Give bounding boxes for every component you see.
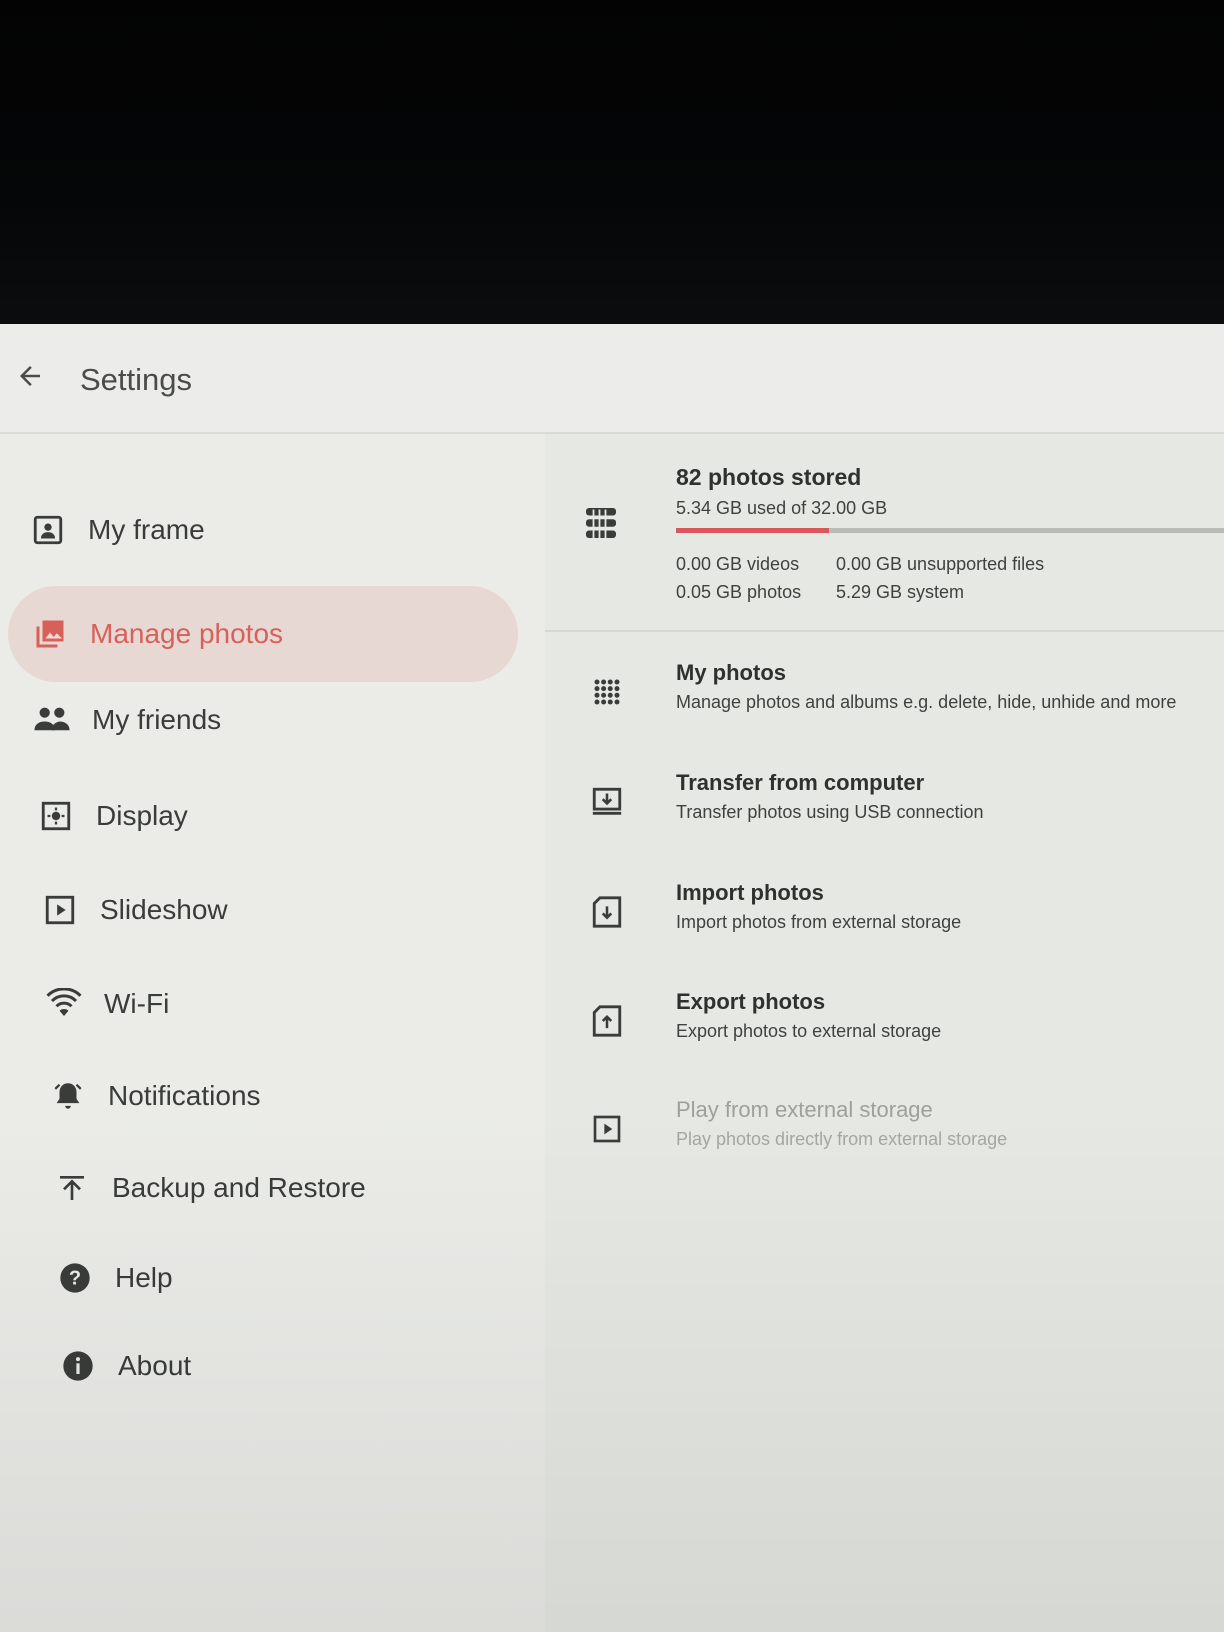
bell-icon (48, 1076, 88, 1116)
top-app-bar: Settings (0, 324, 1224, 434)
option-export-photos[interactable]: Export photos Export photos to external … (545, 983, 1224, 1073)
option-subtitle: Export photos to external storage (676, 1021, 942, 1041)
option-title: My photos (676, 660, 786, 685)
back-arrow-icon (20, 366, 40, 386)
photo-library-icon (30, 614, 70, 654)
sidebar-item-help[interactable]: ? Help (55, 1246, 173, 1310)
upload-icon (52, 1168, 92, 1208)
option-subtitle: Manage photos and albums e.g. delete, hi… (676, 692, 1177, 712)
slideshow-play-icon (40, 890, 80, 930)
storage-used-text: 5.34 GB used of 32.00 GB (676, 498, 888, 518)
option-title: Export photos (676, 989, 826, 1014)
option-play-from-external-storage[interactable]: Play from external storage Play photos d… (545, 1091, 1224, 1181)
sidebar-item-about[interactable]: About (58, 1334, 191, 1398)
people-icon (32, 700, 72, 740)
import-icon (587, 892, 627, 932)
settings-screen: Settings My frame Manage photos My frien… (0, 324, 1224, 1632)
display-brightness-icon (36, 796, 76, 836)
option-title: Transfer from computer (676, 770, 925, 795)
option-my-photos[interactable]: My photos Manage photos and albums e.g. … (545, 654, 1224, 744)
svg-text:?: ? (69, 1268, 81, 1290)
sidebar-item-display[interactable]: Display (36, 784, 188, 848)
info-icon (58, 1346, 98, 1386)
sidebar-item-manage-photos[interactable]: Manage photos (8, 586, 518, 682)
sidebar-item-label: Display (96, 800, 188, 831)
storage-progress-fill (676, 528, 829, 533)
portrait-frame-icon (28, 510, 68, 550)
option-subtitle: Transfer photos using USB connection (676, 802, 984, 822)
help-icon: ? (55, 1258, 95, 1298)
sidebar-item-label: My frame (88, 514, 205, 545)
option-subtitle: Play photos directly from external stora… (676, 1129, 1008, 1149)
storage-progress-bar (676, 528, 1224, 533)
sidebar-item-label: Backup and Restore (112, 1172, 366, 1203)
sidebar-item-wifi[interactable]: Wi-Fi (44, 972, 169, 1036)
settings-sidebar: My frame Manage photos My friends Displa… (0, 434, 545, 1632)
sidebar-item-label: Help (115, 1262, 173, 1293)
storage-photos: 0.05 GB photos (676, 582, 802, 602)
sidebar-item-label: Manage photos (90, 618, 284, 649)
storage-icon (586, 508, 616, 540)
sidebar-item-label: About (118, 1350, 192, 1381)
play-icon (587, 1109, 627, 1149)
monitor-bezel (0, 0, 1224, 330)
option-title: Import photos (676, 880, 824, 905)
photos-stored-count: 82 photos stored (676, 464, 862, 490)
option-transfer-from-computer[interactable]: Transfer from computer Transfer photos u… (545, 764, 1224, 854)
usb-transfer-icon (587, 782, 627, 822)
sidebar-item-label: Slideshow (100, 894, 228, 925)
sidebar-item-backup-restore[interactable]: Backup and Restore (52, 1156, 366, 1220)
storage-videos: 0.00 GB videos (676, 554, 800, 574)
sidebar-item-label: Notifications (108, 1080, 261, 1111)
export-icon (587, 1001, 627, 1041)
storage-unsupported: 0.00 GB unsupported files (836, 554, 1045, 574)
option-import-photos[interactable]: Import photos Import photos from externa… (545, 874, 1224, 964)
option-subtitle: Import photos from external storage (676, 912, 962, 932)
sidebar-item-my-friends[interactable]: My friends (32, 688, 221, 752)
storage-system: 5.29 GB system (836, 582, 965, 602)
sidebar-item-label: My friends (92, 704, 222, 735)
grid-icon (587, 672, 627, 712)
sidebar-item-notifications[interactable]: Notifications (48, 1064, 261, 1128)
back-button[interactable] (8, 354, 52, 398)
manage-photos-panel: 82 photos stored 5.34 GB used of 32.00 G… (545, 434, 1224, 1632)
sidebar-item-slideshow[interactable]: Slideshow (40, 878, 228, 942)
sidebar-item-label: Wi-Fi (104, 988, 170, 1019)
storage-summary: 82 photos stored 5.34 GB used of 32.00 G… (545, 434, 1224, 632)
option-title: Play from external storage (676, 1097, 933, 1122)
wifi-icon (44, 984, 84, 1024)
sidebar-item-my-frame[interactable]: My frame (28, 498, 205, 562)
page-title: Settings (80, 362, 193, 397)
